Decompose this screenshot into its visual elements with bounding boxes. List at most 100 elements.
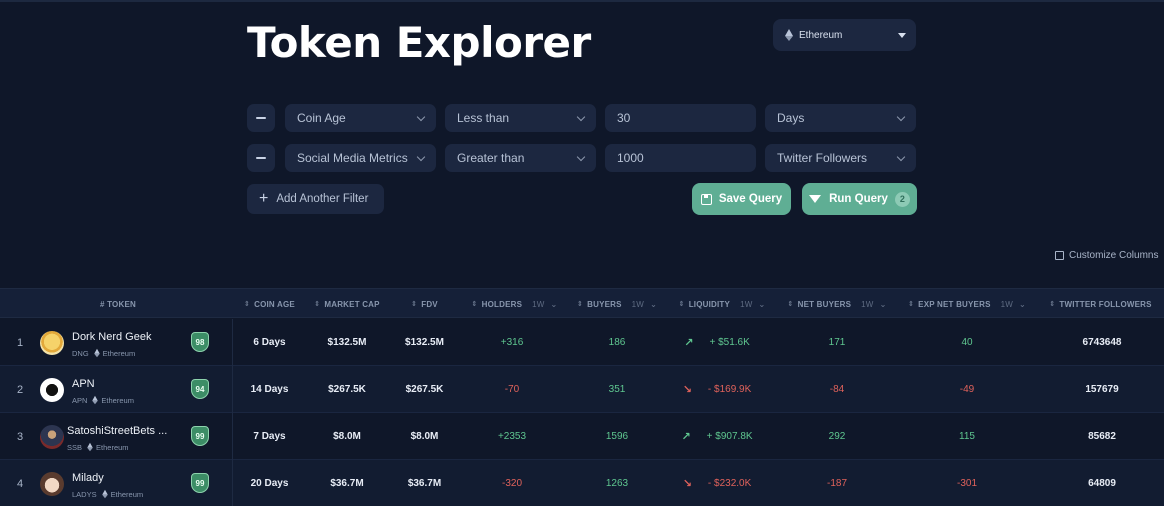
col-net-buyers[interactable]: ⇕ NET BUYERS 1W ⌄ — [777, 289, 897, 319]
timeframe-label: 1W — [1000, 299, 1014, 309]
run-query-button[interactable]: Run Query 2 — [802, 183, 917, 215]
table-row[interactable]: 4 Milady LADYS Ethereum 99 20 Days $36.7M… — [0, 460, 1164, 506]
col-net-buyers-label: NET BUYERS — [797, 299, 852, 309]
token-chain: Ethereum — [102, 348, 136, 358]
token-symbol: DNG — [72, 348, 89, 358]
ethereum-icon — [87, 442, 93, 452]
chevron-down-icon: ⌄ — [879, 299, 887, 309]
col-buyers[interactable]: ⇕ BUYERS 1W ⌄ — [567, 289, 667, 319]
timeframe-label: 1W — [532, 299, 545, 309]
sort-icon: ⇕ — [411, 301, 418, 308]
minus-icon — [256, 157, 266, 159]
chevron-down-icon — [416, 112, 426, 121]
filter-unit-value: Days — [777, 111, 805, 125]
cell-liquidity: ↗ + $907.8K — [667, 413, 767, 460]
filter-operator-select[interactable]: Greater than — [445, 144, 596, 172]
cell-exp-net-buyers: -301 — [956, 478, 977, 489]
col-token-label: # TOKEN — [100, 299, 136, 309]
token-chain: Ethereum — [101, 395, 134, 405]
cell-buyers: 186 — [608, 337, 626, 348]
filter-operator-select[interactable]: Less than — [445, 104, 596, 132]
col-twitter-followers[interactable]: ⇕ TWITTER FOLLOWERS — [1037, 289, 1164, 319]
col-exp-net-buyers[interactable]: ⇕ EXP NET BUYERS 1W ⌄ — [897, 289, 1037, 319]
save-query-button[interactable]: Save Query — [692, 183, 791, 215]
liquidity-value: - $169.9K — [707, 384, 752, 395]
col-market-cap-label: MARKET CAP — [324, 299, 380, 309]
score-shield-badge: 99 — [191, 426, 209, 446]
col-holders[interactable]: ⇕ HOLDERS 1W ⌄ — [462, 289, 567, 319]
col-market-cap[interactable]: ⇕ MARKET CAP — [307, 289, 387, 319]
save-query-label: Save Query — [718, 193, 783, 205]
cell-holders: -320 — [501, 478, 522, 489]
chain-select[interactable]: Ethereum — [773, 19, 916, 51]
cell-coin-age: 6 Days — [253, 337, 286, 348]
chevron-down-icon — [896, 152, 906, 161]
filter-operator-value: Greater than — [457, 151, 525, 165]
col-coin-age-label: COIN AGE — [254, 299, 295, 309]
col-fdv[interactable]: ⇕ FDV — [387, 289, 462, 319]
token-name[interactable]: APN — [72, 378, 95, 390]
remove-filter-button[interactable] — [247, 104, 275, 132]
cell-coin-age: 14 Days — [250, 384, 289, 395]
customize-columns-link[interactable]: Customize Columns — [1055, 250, 1158, 261]
remove-filter-button[interactable] — [247, 144, 275, 172]
cell-net-buyers: -84 — [829, 384, 845, 395]
token-meta: DNG Ethereum — [72, 347, 135, 359]
cell-twitter-followers: 64809 — [1088, 478, 1116, 489]
col-liquidity[interactable]: ⇕ LIQUIDITY 1W ⌄ — [667, 289, 777, 319]
cell-holders: +316 — [500, 337, 524, 348]
table-row[interactable]: 3 SatoshiStreetBets ... SSB Ethereum 99 7… — [0, 413, 1164, 460]
col-buyers-label: BUYERS — [587, 299, 622, 309]
table-row[interactable]: 1 Dork Nerd Geek DNG Ethereum 98 6 Days $… — [0, 319, 1164, 366]
cell-fdv: $267.5K — [405, 384, 444, 395]
filter-unit-select[interactable]: Days — [765, 104, 916, 132]
cell-twitter-followers: 85682 — [1088, 431, 1116, 442]
filter-value-input[interactable]: 1000 — [605, 144, 756, 172]
ethereum-icon — [785, 29, 793, 41]
token-chain: Ethereum — [110, 489, 144, 499]
token-name[interactable]: SatoshiStreetBets ... — [67, 425, 167, 437]
score-shield-badge: 98 — [191, 332, 209, 352]
cell-exp-net-buyers: 115 — [959, 431, 975, 442]
edit-icon — [1055, 251, 1064, 260]
filter-value-input[interactable]: 30 — [605, 104, 756, 132]
cell-exp-net-buyers: -49 — [959, 384, 975, 395]
save-icon — [700, 193, 712, 205]
col-liquidity-label: LIQUIDITY — [688, 299, 731, 309]
add-filter-button[interactable]: + Add Another Filter — [247, 184, 384, 214]
run-query-label: Run Query — [829, 193, 888, 205]
token-name[interactable]: Dork Nerd Geek — [72, 331, 151, 343]
cell-market-cap: $8.0M — [333, 431, 361, 442]
trend-down-icon: ↘ — [682, 384, 692, 396]
token-meta: APN Ethereum — [72, 394, 134, 406]
filter-field-select[interactable]: Social Media Metrics — [285, 144, 436, 172]
filter-field-select[interactable]: Coin Age — [285, 104, 436, 132]
cell-holders: -70 — [504, 384, 520, 395]
sort-icon: ⇕ — [244, 301, 251, 308]
token-name[interactable]: Milady — [72, 472, 104, 484]
col-coin-age[interactable]: ⇕ COIN AGE — [232, 289, 307, 319]
cell-net-buyers: -187 — [826, 478, 847, 489]
filter-value-text: 30 — [617, 111, 631, 125]
table-row[interactable]: 2 APN APN Ethereum 94 14 Days $267.5K $26… — [0, 366, 1164, 413]
filter-field-value: Social Media Metrics — [297, 151, 408, 165]
chevron-down-icon: ⌄ — [650, 299, 657, 309]
cell-market-cap: $132.5M — [327, 337, 367, 348]
cell-liquidity: ↘ - $169.9K — [667, 366, 767, 413]
filter-field-value: Coin Age — [297, 111, 346, 125]
ethereum-icon — [93, 348, 100, 358]
customize-columns-label: Customize Columns — [1069, 250, 1159, 261]
col-twitter-followers-label: TWITTER FOLLOWERS — [1059, 299, 1152, 309]
top-border — [0, 0, 1164, 2]
filter-unit-select[interactable]: Twitter Followers — [765, 144, 916, 172]
sort-icon: ⇕ — [314, 301, 321, 308]
sort-icon: ⇕ — [1049, 301, 1056, 308]
cell-twitter-followers: 157679 — [1085, 384, 1119, 395]
chain-select-label: Ethereum — [799, 29, 843, 41]
cell-liquidity: ↗ + $51.6K — [667, 319, 767, 366]
timeframe-label: 1W — [861, 299, 874, 309]
sort-icon: ⇕ — [678, 301, 685, 308]
cell-fdv: $8.0M — [410, 431, 439, 442]
col-token[interactable]: # TOKEN — [60, 289, 176, 319]
row-rank: 1 — [17, 336, 24, 349]
